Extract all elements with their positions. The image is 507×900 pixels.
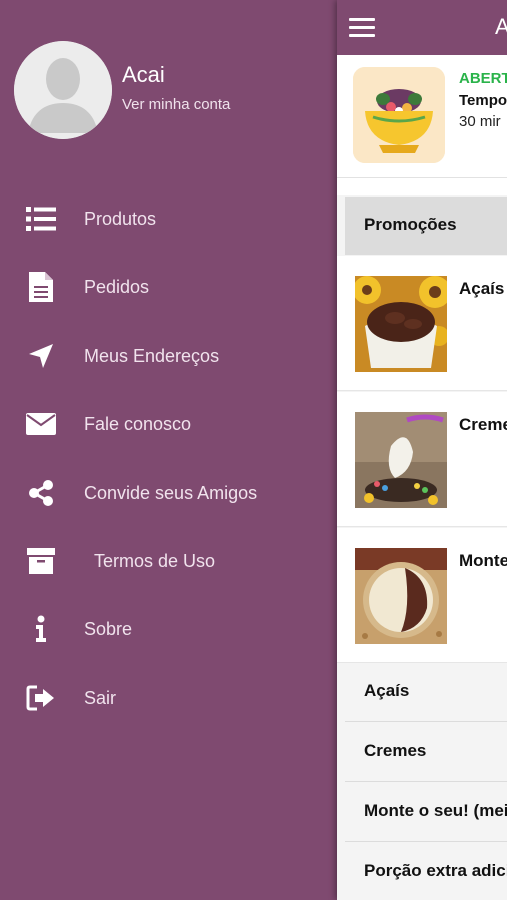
product-name: Monte g) (459, 551, 507, 570)
category-label: Açaís (364, 681, 410, 700)
menu-label: Termos de Uso (94, 550, 216, 571)
category-label: Cremes (364, 741, 427, 760)
delivery-time-value: 30 mir (459, 113, 501, 130)
category-label: Porção extra adici (364, 861, 507, 880)
product-row[interactable]: Açaís ( (337, 256, 507, 391)
category-row[interactable]: Monte o seu! (mei (345, 783, 507, 842)
navigation-drawer: Acai Ver minha conta Produtos Pedidos Me… (0, 0, 337, 900)
user-name: Acai (122, 62, 165, 87)
menu-item-sobre[interactable]: Sobre (0, 601, 337, 657)
document-icon (24, 270, 58, 304)
product-name: Creme (459, 415, 507, 434)
store-info-card: ABERT Tempo 30 mir (337, 55, 507, 195)
menu-item-fale-conosco[interactable]: Fale conosco (0, 396, 337, 452)
menu-label: Fale conosco (84, 413, 192, 434)
envelope-icon (24, 407, 58, 441)
menu-label: Sair (84, 687, 117, 708)
menu-item-convide-amigos[interactable]: Convide seus Amigos (0, 465, 337, 521)
menu-item-produtos[interactable]: Produtos (0, 191, 337, 247)
product-row[interactable]: Monte g) (337, 528, 507, 663)
app-bar: A (337, 0, 507, 55)
menu-item-meus-enderecos[interactable]: Meus Endereços (0, 328, 337, 384)
avatar[interactable] (14, 41, 112, 139)
info-icon (24, 612, 58, 646)
product-name: Açaís ( (459, 279, 507, 298)
category-row[interactable]: Porção extra adici (345, 843, 507, 900)
menu-item-sair[interactable]: Sair (0, 670, 337, 726)
share-icon (24, 476, 58, 510)
user-silhouette-icon (14, 41, 112, 139)
app-title: A (495, 14, 507, 39)
archive-icon (24, 544, 58, 578)
menu-item-pedidos[interactable]: Pedidos (0, 259, 337, 315)
divider (337, 177, 507, 178)
category-row[interactable]: Açaís (345, 663, 507, 722)
location-arrow-icon (24, 339, 58, 373)
store-status: ABERT (459, 70, 507, 87)
delivery-time-label: Tempo (459, 92, 507, 109)
store-logo (353, 67, 445, 163)
list-icon (24, 202, 58, 236)
product-row[interactable]: Creme (337, 392, 507, 527)
menu-label: Produtos (84, 208, 157, 229)
sign-out-icon (24, 681, 58, 715)
menu-label: Meus Endereços (84, 345, 220, 366)
menu-label: Convide seus Amigos (84, 482, 258, 503)
main-panel: A ABERT Tempo 30 mir Promoções Açaís Cre… (337, 0, 507, 900)
section-title: Promoções (364, 215, 457, 234)
product-image (355, 412, 447, 508)
account-link[interactable]: Ver minha conta (122, 96, 230, 113)
product-image (355, 548, 447, 644)
product-image (355, 276, 447, 372)
menu-label: Sobre (84, 618, 133, 639)
menu-icon[interactable] (349, 18, 375, 38)
category-label: Monte o seu! (mei (364, 801, 507, 820)
section-header-promocoes[interactable]: Promoções (345, 197, 507, 255)
menu-item-termos-de-uso[interactable]: Termos de Uso (0, 533, 337, 589)
category-row[interactable]: Cremes (345, 723, 507, 782)
menu-label: Pedidos (84, 276, 150, 297)
